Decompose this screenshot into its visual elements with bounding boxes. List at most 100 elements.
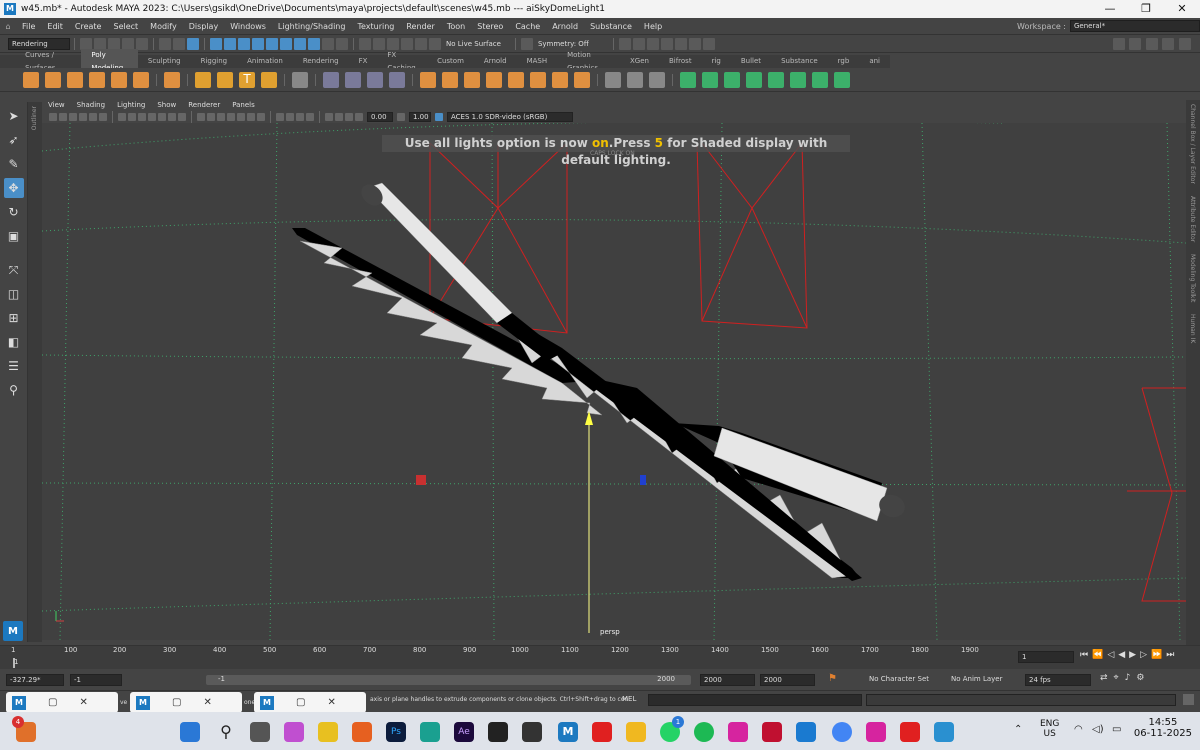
time-ruler[interactable]: 1 1 100 200 300 400 500 600 700 800 900 … [8,646,1008,670]
auto-map-icon[interactable] [768,71,784,88]
file-explorer-icon[interactable] [626,722,646,742]
time-slider[interactable]: 1 1 100 200 300 400 500 600 700 800 900 … [0,645,1200,669]
close-icon[interactable]: ✕ [79,697,87,708]
youtube-icon-2[interactable] [900,722,920,742]
battery-icon[interactable]: ▭ [1112,724,1121,735]
vp-menu-view[interactable]: View [42,100,71,110]
select-tool-icon[interactable]: ➤ [4,106,24,126]
shelf-tab-arnold[interactable]: Arnold [474,55,517,68]
lasso-tool-icon[interactable]: ➶ [4,130,24,150]
symmetry-dropdown[interactable]: Symmetry: Off [538,40,589,48]
select-dynamics-icon[interactable] [280,37,292,50]
poly-cylinder-icon[interactable] [67,71,83,88]
extrude-icon[interactable] [420,71,436,88]
shelf-tab-fx[interactable]: FX [349,55,378,68]
youtube-icon[interactable] [592,722,612,742]
davinci-icon[interactable] [522,722,542,742]
move-manipulator[interactable] [416,411,646,633]
after-effects-icon[interactable]: Ae [454,722,474,742]
bookmark-icon[interactable] [59,112,67,121]
menu-lighting-shading[interactable]: Lighting/Shading [272,18,352,35]
loop-icon[interactable]: ⇄ [1100,673,1108,683]
wireframe-on-shaded-icon[interactable] [227,112,235,121]
resolution-gate-icon[interactable] [138,112,146,121]
select-curves-icon[interactable] [238,37,250,50]
fill-hole-icon[interactable] [508,71,524,88]
menu-substance[interactable]: Substance [584,18,638,35]
select-hierarchy-icon[interactable] [159,37,171,50]
poly-sweep-icon[interactable] [217,71,233,88]
go-to-end-icon[interactable]: ⏭ [1166,650,1174,660]
select-joints-icon[interactable] [224,37,236,50]
ipr-render-icon[interactable] [632,37,645,50]
show-manipulator-icon[interactable]: ⤧ [4,260,24,280]
wireframe-icon[interactable] [197,112,205,121]
render-view-icon[interactable] [674,37,687,50]
clock[interactable]: 14:55 06-11-2025 [1134,717,1192,739]
volume-icon[interactable]: ◁) [1092,724,1104,735]
command-input[interactable] [648,694,862,706]
close-icon[interactable]: ✕ [327,697,335,708]
select-handles-icon[interactable] [210,37,222,50]
anim-layer-dropdown[interactable]: No Anim Layer [948,674,1018,686]
attribute-editor-tab[interactable]: Attribute Editor [1189,196,1196,242]
shelf-tab-animation[interactable]: Animation [237,55,293,68]
depth-of-field-icon[interactable] [306,112,314,121]
select-component-icon[interactable] [187,37,199,50]
shelf-tab-mash[interactable]: MASH [517,55,558,68]
spherical-map-icon[interactable] [746,71,762,88]
step-back-frame-icon[interactable]: ◁ [1107,650,1114,660]
safe-title-icon[interactable] [178,112,186,121]
render-settings-icon[interactable] [646,37,659,50]
auto-key-icon[interactable]: ⚑ [828,673,837,684]
app-icon-3[interactable] [796,722,816,742]
character-set-dropdown[interactable]: No Character Set [866,674,936,686]
vp-menu-renderer[interactable]: Renderer [182,100,226,110]
shelf-tab-bifrost[interactable]: Bifrost [659,55,702,68]
shelf-tab-sculpting[interactable]: Sculpting [138,55,191,68]
xray-icon[interactable] [335,112,343,121]
vp-menu-show[interactable]: Show [151,100,182,110]
snap-grid-icon[interactable] [359,37,371,50]
tool-settings-icon[interactable] [1162,38,1175,50]
shelf-tab-xgen[interactable]: XGen [620,55,659,68]
anti-aliasing-icon[interactable] [296,112,304,121]
type-tool-icon[interactable]: T [239,71,255,88]
attribute-editor-icon[interactable] [1145,38,1158,50]
key-icon[interactable]: ⌖ [1114,673,1119,683]
search-icon[interactable]: ⚲ [216,722,236,742]
quad-draw-icon[interactable] [649,71,665,88]
outliner-icon[interactable]: ☰ [4,356,24,376]
bool-union-icon[interactable] [389,71,405,88]
maya-taskbar-icon[interactable]: M [558,722,578,742]
safe-action-icon[interactable] [168,112,176,121]
script-language-toggle[interactable]: MEL [622,695,636,703]
render-current-icon[interactable] [618,37,631,50]
play-backward-icon[interactable]: ◀ [1118,650,1125,660]
shelf-tab-bullet[interactable]: Bullet [731,55,771,68]
poly-cone-icon[interactable] [89,71,105,88]
multi-cut-icon[interactable] [552,71,568,88]
mirror-icon[interactable] [627,71,643,88]
restore-icon[interactable]: ▢ [48,697,57,708]
current-frame-field[interactable]: 1 [1018,651,1074,663]
motion-blur-icon[interactable] [286,112,294,121]
instagram-icon[interactable] [728,722,748,742]
script-editor-icon[interactable] [1183,694,1194,705]
menu-cache[interactable]: Cache [509,18,546,35]
app-icon-1[interactable] [318,722,338,742]
step-forward-frame-icon[interactable]: ▷ [1140,650,1147,660]
camera-attr-icon[interactable] [49,112,57,121]
shelf-tab-custom[interactable]: Custom [427,55,474,68]
instagram-icon-2[interactable] [866,722,886,742]
minimize-icon[interactable]: — [1092,0,1128,18]
minimized-window-3[interactable]: M ▢ ✕ [254,692,366,713]
menu-display[interactable]: Display [183,18,225,35]
close-icon[interactable]: ✕ [1164,0,1200,18]
uv-editor-icon[interactable] [680,71,696,88]
select-misc-icon[interactable] [308,37,320,50]
arnold-render-icon[interactable] [688,37,701,50]
layout-uv-icon[interactable] [292,71,308,88]
combine-icon[interactable] [323,71,339,88]
isolate-select-icon[interactable] [325,112,333,121]
